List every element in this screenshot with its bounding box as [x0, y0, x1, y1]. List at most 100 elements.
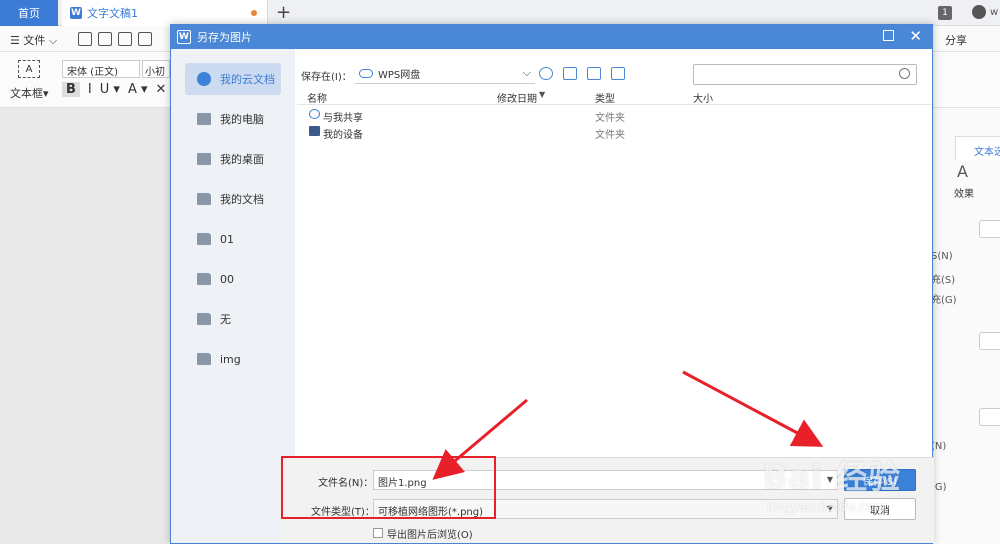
- open-after-export-checkbox[interactable]: [373, 528, 383, 538]
- tab-bar: 首页 W 文字文稿1 + 1 w: [0, 0, 1000, 26]
- search-input[interactable]: [693, 64, 917, 85]
- avatar[interactable]: [972, 5, 986, 19]
- tab-document-label: 文字文稿1: [87, 7, 138, 20]
- wps-cloud-icon: [359, 69, 373, 78]
- save-button[interactable]: 保存(S): [844, 469, 916, 491]
- sidebar-item-00[interactable]: 00: [185, 263, 281, 295]
- panel-input[interactable]: [979, 332, 1000, 350]
- open-after-export-label[interactable]: 导出图片后浏览(O): [387, 526, 473, 541]
- share-icon: [309, 109, 320, 119]
- save-icon[interactable]: [78, 32, 92, 46]
- chevron-down-icon: ▼: [826, 504, 833, 513]
- close-icon[interactable]: ✕: [909, 27, 922, 45]
- panel-input[interactable]: [979, 408, 1000, 426]
- user-name: w: [990, 7, 999, 18]
- file-name: 我的设备: [323, 130, 363, 141]
- computer-icon: [197, 113, 211, 125]
- file-menu[interactable]: ☰ 文件 ⌵: [10, 32, 57, 48]
- view-mode-icon[interactable]: [611, 67, 625, 80]
- folder-icon: [197, 313, 211, 325]
- new-tab-button[interactable]: +: [276, 2, 291, 23]
- chevron-down-icon: ▼: [826, 475, 833, 484]
- file-name: 与我共享: [323, 113, 363, 124]
- save-in-value: WPS网盘: [378, 70, 421, 81]
- panel-input[interactable]: [979, 220, 1000, 238]
- device-icon: [309, 126, 320, 136]
- filename-value: 图片1.png: [378, 478, 427, 489]
- sidebar-item-01[interactable]: 01: [185, 223, 281, 255]
- textbox-icon[interactable]: A: [18, 60, 40, 78]
- maximize-icon[interactable]: [883, 30, 894, 41]
- sidebar-item-my-computer[interactable]: 我的电脑: [185, 103, 281, 135]
- cloud-icon: [197, 72, 211, 86]
- save-in-label: 保存在(I)：: [301, 72, 352, 83]
- file-list-header: 名称 修改日期 ▼ 类型 大小: [297, 89, 932, 105]
- list-item[interactable]: 与我共享 文件夹: [297, 107, 932, 124]
- italic-button[interactable]: I: [88, 82, 92, 97]
- sidebar-item-desktop[interactable]: 我的桌面: [185, 143, 281, 175]
- sidebar-item-img[interactable]: img: [185, 343, 281, 375]
- save-options: 文件名(N)： 图片1.png ▼ 文件类型(T)： 可移植网络图形(*.png…: [281, 457, 934, 543]
- panel-option[interactable]: S(N): [931, 251, 953, 262]
- textbox-button[interactable]: 文本框▾: [10, 85, 49, 101]
- column-type[interactable]: 类型: [595, 90, 615, 105]
- print-icon[interactable]: [118, 32, 132, 46]
- format-buttons: B I U ▾ A ▾ ✕: [62, 82, 166, 97]
- filetype-select[interactable]: 可移植网络图形(*.png) ▼: [373, 499, 838, 519]
- sidebar-item-label: img: [220, 352, 241, 366]
- preview-icon[interactable]: [138, 32, 152, 46]
- dialog-title-bar[interactable]: W 另存为图片: [171, 25, 932, 49]
- location-sidebar: 我的云文档 我的电脑 我的桌面 我的文档 01 00 无 img: [171, 49, 295, 543]
- sidebar-item-documents[interactable]: 我的文档: [185, 183, 281, 215]
- sidebar-item-none[interactable]: 无: [185, 303, 281, 335]
- sidebar-item-label: 我的文档: [220, 193, 264, 206]
- font-name-select[interactable]: 宋体 (正文): [62, 60, 140, 78]
- desktop-icon: [197, 153, 211, 165]
- chevron-down-icon: ⌵: [522, 66, 531, 79]
- window-count-badge[interactable]: 1: [938, 6, 952, 20]
- filename-field[interactable]: 图片1.png ▼: [373, 470, 838, 490]
- bold-button[interactable]: B: [62, 82, 80, 97]
- column-name[interactable]: 名称: [307, 90, 327, 105]
- folder-icon: [197, 193, 211, 205]
- search-icon[interactable]: [899, 68, 910, 79]
- filetype-value: 可移植网络图形(*.png): [378, 507, 484, 518]
- sidebar-item-label: 无: [220, 313, 231, 326]
- export-icon[interactable]: [98, 32, 112, 46]
- writer-icon: W: [70, 7, 82, 19]
- tab-text-options[interactable]: 文本选: [955, 136, 1000, 160]
- file-type: 文件夹: [595, 130, 625, 141]
- sidebar-item-label: 01: [220, 232, 234, 246]
- font-size-select[interactable]: 小初: [142, 60, 170, 78]
- folder-icon: [197, 233, 211, 245]
- panel-option[interactable]: 充(S): [931, 271, 955, 286]
- text-effect-icon[interactable]: A: [957, 162, 968, 181]
- clear-format-button[interactable]: ✕: [156, 82, 167, 97]
- wps-logo-icon: W: [177, 30, 191, 44]
- file-type: 文件夹: [595, 113, 625, 124]
- effect-label: 效果: [954, 189, 974, 200]
- panel-option[interactable]: (N): [931, 441, 946, 452]
- side-panel: 文本选 A 效果 S(N) 充(S) 充(G) (N) (G): [930, 108, 1000, 544]
- font-color-button[interactable]: A ▾: [128, 82, 148, 97]
- list-item[interactable]: 我的设备 文件夹: [297, 124, 932, 141]
- column-modified[interactable]: 修改日期: [497, 90, 537, 105]
- new-folder-icon[interactable]: [587, 67, 601, 80]
- sidebar-item-label: 我的电脑: [220, 113, 264, 126]
- panel-option[interactable]: 充(G): [931, 291, 957, 306]
- underline-button[interactable]: U ▾: [100, 82, 120, 97]
- back-icon[interactable]: [539, 67, 553, 80]
- sidebar-item-label: 00: [220, 272, 234, 286]
- save-in-select[interactable]: WPS网盘 ⌵: [355, 64, 535, 84]
- folder-icon: [197, 273, 211, 285]
- sidebar-item-cloud-docs[interactable]: 我的云文档: [185, 63, 281, 95]
- folder-up-icon[interactable]: [563, 67, 577, 80]
- column-size[interactable]: 大小: [693, 90, 713, 105]
- unsaved-dot-icon: [251, 10, 257, 16]
- sidebar-item-label: 我的云文档: [220, 73, 275, 86]
- filename-label: 文件名(N)：: [318, 478, 374, 489]
- cancel-button[interactable]: 取消: [844, 498, 916, 520]
- share-button[interactable]: 分享: [945, 32, 967, 48]
- tab-home[interactable]: 首页: [0, 0, 58, 26]
- tab-document[interactable]: W 文字文稿1: [62, 0, 268, 26]
